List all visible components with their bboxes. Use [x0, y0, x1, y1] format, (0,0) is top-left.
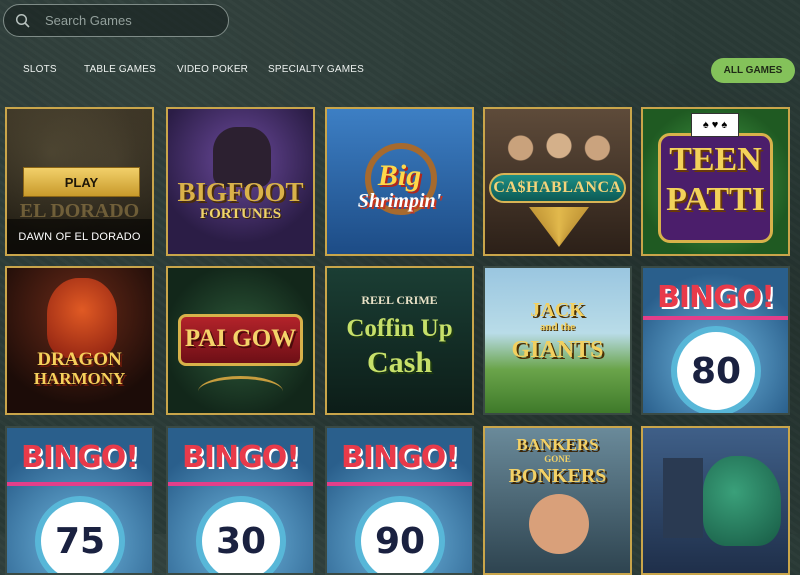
tab-table-games[interactable]: TABLE GAMES — [84, 64, 156, 75]
tile-title: BINGO! — [21, 440, 139, 475]
search-bar[interactable] — [3, 4, 229, 37]
tile-title: DRAGON — [37, 349, 122, 370]
tile-subtitle: PATTI — [666, 181, 765, 218]
tab-slots[interactable]: SLOTS — [23, 64, 57, 75]
bingo-ball: 75 — [35, 496, 125, 573]
game-tile-bigfoot-fortunes[interactable]: BIGFOOT FORTUNES — [166, 107, 315, 256]
tab-specialty-games[interactable]: SPECIALTY GAMES — [268, 64, 364, 75]
gold-ornament — [198, 376, 283, 407]
tile-title: BANKERS — [516, 435, 599, 454]
category-nav: SLOTS TABLE GAMES VIDEO POKER SPECIALTY … — [0, 58, 800, 84]
banker-figure — [529, 494, 589, 554]
tile-subtitle: and the — [539, 321, 576, 333]
playing-cards: ♠ ♥ ♠ — [691, 113, 739, 137]
tile-title: PAI GOW — [184, 325, 297, 352]
game-tile-dawn-of-el-dorado[interactable]: EL DORADO PLAY DAWN OF EL DORADO — [5, 107, 154, 256]
tile-title: BINGO! — [182, 440, 300, 475]
characters — [495, 121, 623, 166]
tile-subtitle: Shrimpin' — [357, 190, 442, 212]
dragon-figure — [47, 278, 117, 358]
tile-title: BINGO! — [341, 440, 459, 475]
tile-title: BINGO! — [657, 280, 775, 315]
game-tile-cashablanca[interactable]: CA$HABLANCA — [483, 107, 632, 256]
game-tile-bingo-30[interactable]: BINGO! 30 — [166, 426, 315, 575]
art-deco-fan — [529, 207, 589, 247]
tile-title: BIGFOOT — [177, 177, 304, 207]
tile-subtitle: GONE — [544, 454, 571, 464]
tile-subtitle: Coffin Up — [346, 315, 453, 342]
game-tile-dragon-harmony[interactable]: DRAGON HARMONY — [5, 266, 154, 415]
tile-title: REEL CRIME — [361, 293, 438, 307]
tab-video-poker[interactable]: VIDEO POKER — [177, 64, 248, 75]
game-tile-bingo-90[interactable]: BINGO! 90 — [325, 426, 474, 575]
dragon-figure — [703, 456, 781, 546]
tile-title: JACK — [530, 299, 585, 321]
game-tile-big-shrimpin[interactable]: Big Shrimpin' — [325, 107, 474, 256]
tile-subtitle: HARMONY — [33, 369, 126, 388]
game-tile-coffin-up-cash[interactable]: REEL CRIME Coffin Up Cash — [325, 266, 474, 415]
game-tile-pai-gow[interactable]: PAI GOW — [166, 266, 315, 415]
search-icon — [15, 13, 31, 29]
search-input[interactable] — [43, 12, 217, 29]
bingo-ball: 90 — [355, 496, 445, 573]
play-button[interactable]: PLAY — [23, 167, 140, 197]
tile-subtitle-2: GIANTS — [511, 337, 604, 363]
tile-title: EL DORADO — [19, 200, 140, 222]
game-tile-bingo-80[interactable]: BINGO! 80 — [641, 266, 790, 415]
game-tile-teen-patti[interactable]: ♠ ♥ ♠ TEEN PATTI — [641, 107, 790, 256]
tile-subtitle-2: Cash — [366, 346, 433, 379]
bingo-ball: 30 — [196, 496, 286, 573]
all-games-button[interactable]: ALL GAMES — [711, 58, 795, 83]
game-tile-bankers-gone-bonkers[interactable]: BANKERS GONE BONKERS — [483, 426, 632, 575]
bingo-ball: 80 — [671, 326, 761, 413]
tile-title: Big — [377, 159, 422, 192]
tile-title: CA$HABLANCA — [493, 179, 622, 196]
tile-subtitle-2: BONKERS — [508, 465, 607, 487]
game-tile-bingo-75[interactable]: BINGO! 75 — [5, 426, 154, 575]
game-tile-dragon-castle[interactable] — [641, 426, 790, 575]
castle-tower — [663, 458, 703, 538]
tile-title: TEEN — [669, 141, 762, 178]
tile-subtitle: FORTUNES — [199, 206, 282, 222]
game-name-label: DAWN OF EL DORADO — [18, 231, 141, 243]
game-tile-jack-and-the-giants[interactable]: JACK and the GIANTS — [483, 266, 632, 415]
